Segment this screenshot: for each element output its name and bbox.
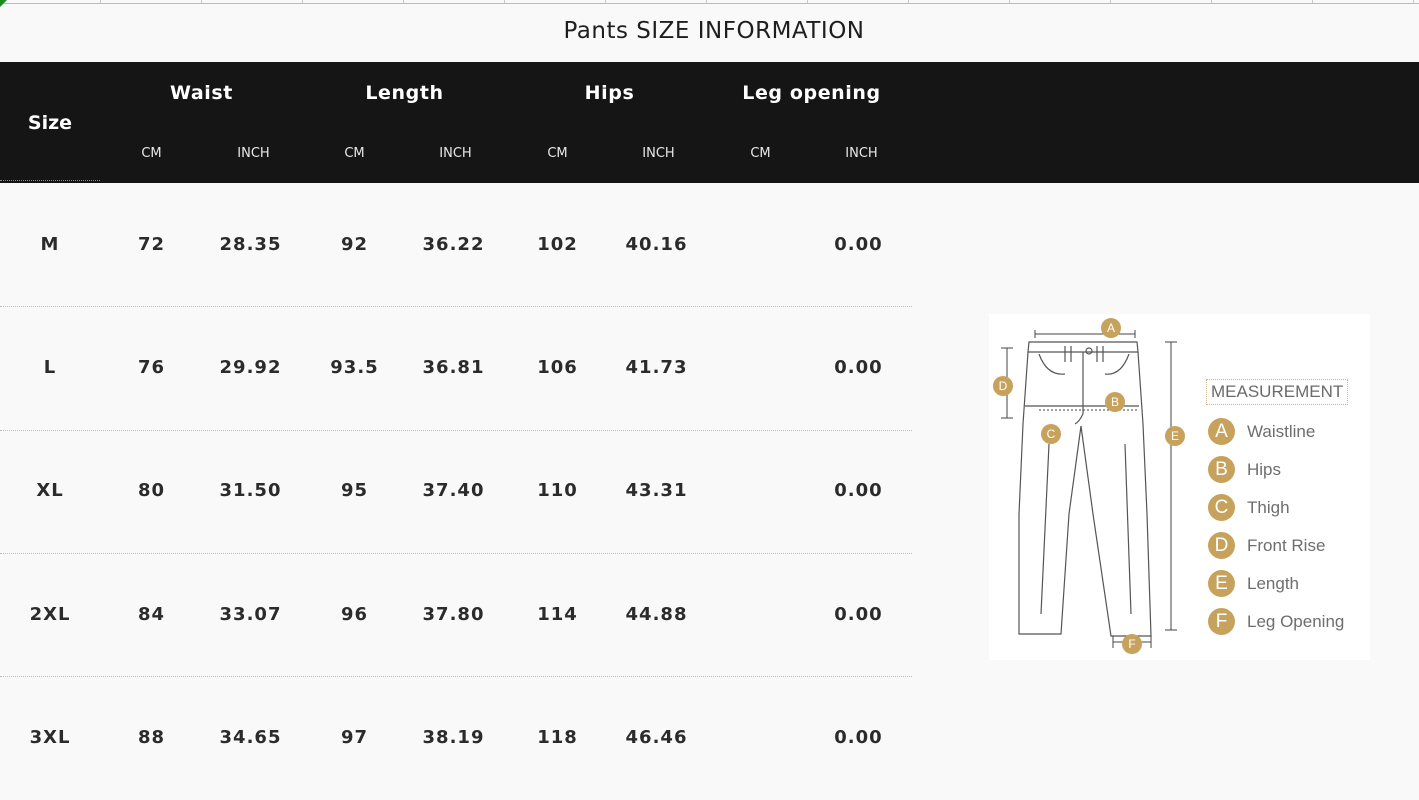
letter-badge: C	[1208, 494, 1235, 521]
table-row: M 72 28.35 92 36.22 102 40.16 0.00	[0, 184, 912, 307]
leg-inch-cell: 0.00	[834, 357, 883, 378]
marker-b: B	[1111, 395, 1119, 409]
hips-cm-cell: 110	[537, 480, 578, 501]
letter-badge: D	[1208, 532, 1235, 559]
table-header: Size Waist Length Hips Leg opening CM IN…	[0, 62, 1419, 183]
spreadsheet-grid-line	[0, 0, 1419, 4]
waist-inch-cell: 28.35	[219, 234, 282, 255]
waist-inch-cell: 31.50	[219, 480, 282, 501]
hips-group-header: Hips	[584, 82, 635, 104]
length-cm-cell: 93.5	[330, 357, 379, 378]
table-row: 2XL 84 33.07 96 37.80 114 44.88 0.00	[0, 554, 912, 677]
hips-inch-cell: 40.16	[625, 234, 688, 255]
marker-a: A	[1107, 321, 1115, 335]
length-inch-cell: 37.40	[422, 480, 485, 501]
table-row: L 76 29.92 93.5 36.81 106 41.73 0.00	[0, 307, 912, 430]
marker-c: C	[1047, 427, 1056, 441]
unit-header: CM	[141, 146, 162, 161]
waist-cm-cell: 80	[137, 480, 166, 501]
unit-header: CM	[547, 146, 568, 161]
unit-header: CM	[344, 146, 365, 161]
waist-inch-cell: 29.92	[219, 357, 282, 378]
legend-label: Waistline	[1247, 422, 1316, 441]
measurement-diagram: A B C D E F MEASUREMENT A Waistline B Hi…	[989, 314, 1370, 660]
legend-label: Thigh	[1247, 498, 1290, 517]
unit-header: INCH	[439, 146, 472, 161]
legend-item-thigh: C Thigh	[1208, 494, 1368, 522]
length-cm-cell: 97	[340, 727, 369, 748]
waist-inch-cell: 33.07	[219, 604, 282, 625]
letter-badge: F	[1208, 608, 1235, 635]
legend-item-length: E Length	[1208, 570, 1368, 598]
waist-cm-cell: 88	[137, 727, 166, 748]
size-cell: 2XL	[29, 604, 71, 625]
legend-label: Length	[1247, 574, 1299, 593]
waist-group-header: Waist	[169, 82, 233, 104]
hips-inch-cell: 46.46	[625, 727, 688, 748]
header-divider	[0, 180, 100, 181]
leg-opening-group-header: Leg opening	[742, 82, 881, 104]
legend-title: MEASUREMENT	[1206, 379, 1349, 405]
length-inch-cell: 38.19	[422, 727, 485, 748]
leg-inch-cell: 0.00	[834, 234, 883, 255]
length-cm-cell: 92	[340, 234, 369, 255]
marker-d: D	[999, 379, 1008, 393]
legend-item-hips: B Hips	[1208, 456, 1368, 484]
size-column-header: Size	[27, 112, 73, 134]
length-inch-cell: 36.81	[422, 357, 485, 378]
cell-comment-marker	[0, 0, 7, 7]
length-inch-cell: 37.80	[422, 604, 485, 625]
length-cm-cell: 95	[340, 480, 369, 501]
legend-item-leg-opening: F Leg Opening	[1208, 608, 1368, 636]
legend-label: Front Rise	[1247, 536, 1326, 555]
hips-inch-cell: 41.73	[625, 357, 688, 378]
unit-header: INCH	[845, 146, 878, 161]
hips-cm-cell: 118	[537, 727, 578, 748]
size-cell: XL	[36, 480, 64, 501]
legend-label: Leg Opening	[1247, 612, 1345, 631]
hips-inch-cell: 44.88	[625, 604, 688, 625]
letter-badge: E	[1208, 570, 1235, 597]
marker-f: F	[1128, 637, 1135, 651]
legend-item-front-rise: D Front Rise	[1208, 532, 1368, 560]
leg-inch-cell: 0.00	[834, 727, 883, 748]
hips-inch-cell: 43.31	[625, 480, 688, 501]
waist-cm-cell: 76	[137, 357, 166, 378]
page-title: Pants SIZE INFORMATION	[563, 18, 865, 44]
waist-cm-cell: 84	[137, 604, 166, 625]
hips-cm-cell: 102	[537, 234, 578, 255]
leg-inch-cell: 0.00	[834, 604, 883, 625]
length-group-header: Length	[365, 82, 444, 104]
size-cell: L	[43, 357, 57, 378]
hips-cm-cell: 114	[537, 604, 578, 625]
waist-cm-cell: 72	[137, 234, 166, 255]
marker-e: E	[1171, 429, 1179, 443]
length-inch-cell: 36.22	[422, 234, 485, 255]
unit-header: CM	[750, 146, 771, 161]
hips-cm-cell: 106	[537, 357, 578, 378]
unit-header: INCH	[642, 146, 675, 161]
letter-badge: B	[1208, 456, 1235, 483]
waist-inch-cell: 34.65	[219, 727, 282, 748]
table-row: XL 80 31.50 95 37.40 110 43.31 0.00	[0, 430, 912, 553]
length-cm-cell: 96	[340, 604, 369, 625]
leg-inch-cell: 0.00	[834, 480, 883, 501]
legend-label: Hips	[1247, 460, 1282, 479]
legend-item-waistline: A Waistline	[1208, 418, 1368, 446]
size-cell: M	[40, 234, 60, 255]
table-row: 3XL 88 34.65 97 38.19 118 46.46 0.00	[0, 677, 912, 800]
unit-header: INCH	[237, 146, 270, 161]
letter-badge: A	[1208, 418, 1235, 445]
size-cell: 3XL	[29, 727, 71, 748]
